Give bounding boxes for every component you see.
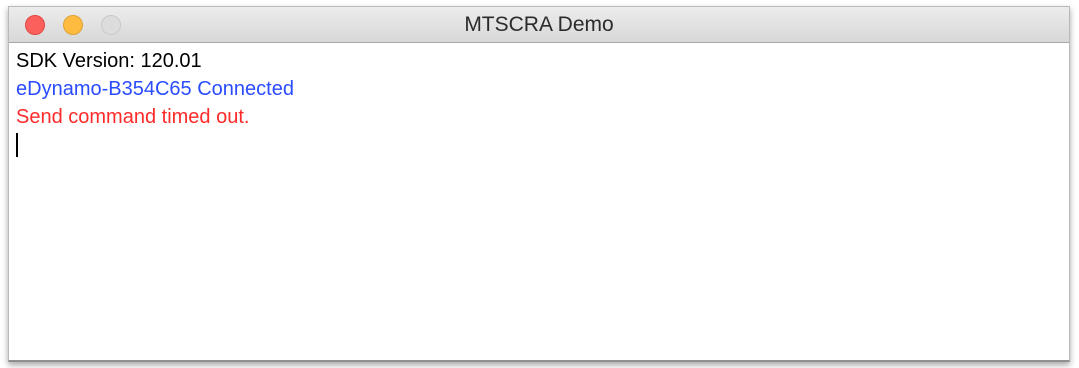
app-window: MTSCRA Demo SDK Version: 120.01 eDynamo-…	[8, 6, 1070, 362]
window-title: MTSCRA Demo	[464, 13, 614, 36]
title-bar[interactable]: MTSCRA Demo	[9, 7, 1069, 43]
log-text-area[interactable]: SDK Version: 120.01 eDynamo-B354C65 Conn…	[16, 47, 1061, 354]
text-caret	[16, 133, 18, 157]
text-cursor-line	[16, 131, 1061, 159]
log-line-connected: eDynamo-B354C65 Connected	[16, 78, 294, 100]
log-line-sdk-version: SDK Version: 120.01	[16, 50, 202, 72]
log-line-timeout: Send command timed out.	[16, 106, 250, 128]
